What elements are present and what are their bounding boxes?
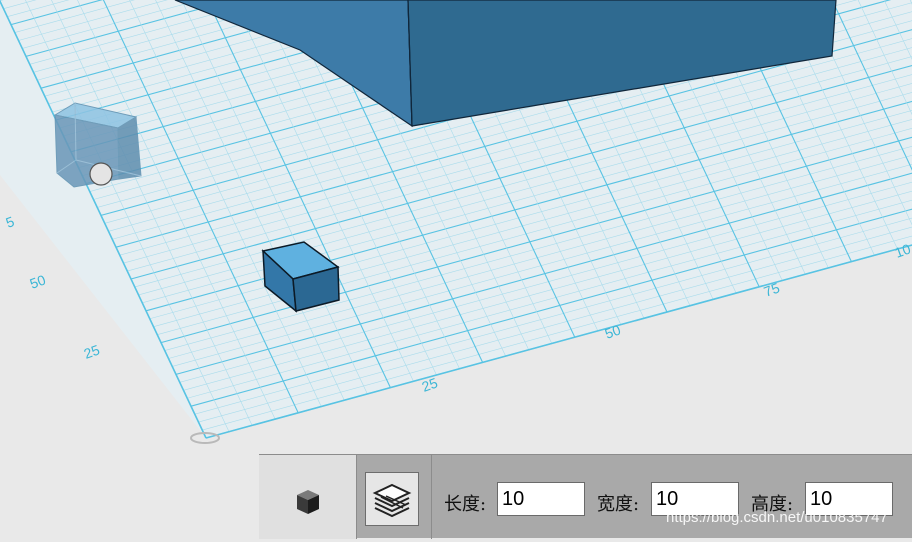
axis-tick-label: 25 <box>82 341 102 361</box>
length-input[interactable]: 10 <box>497 482 585 516</box>
width-label: 宽度: <box>597 490 639 516</box>
layers-icon[interactable] <box>365 472 419 526</box>
length-label: 长度: <box>444 490 486 516</box>
height-input[interactable]: 10 <box>805 482 893 516</box>
height-label: 高度: <box>751 490 793 516</box>
width-input[interactable]: 10 <box>651 482 739 516</box>
ghost-box-handle[interactable] <box>90 163 112 185</box>
layers-cell <box>357 455 432 539</box>
shape-cell <box>259 455 357 539</box>
axis-tick-label: 5 <box>4 213 17 231</box>
cube-icon[interactable] <box>296 489 320 515</box>
dimension-toolbar: 长度: 10 宽度: 10 高度: 10 <box>259 454 912 538</box>
axis-tick-label: 50 <box>28 271 48 291</box>
